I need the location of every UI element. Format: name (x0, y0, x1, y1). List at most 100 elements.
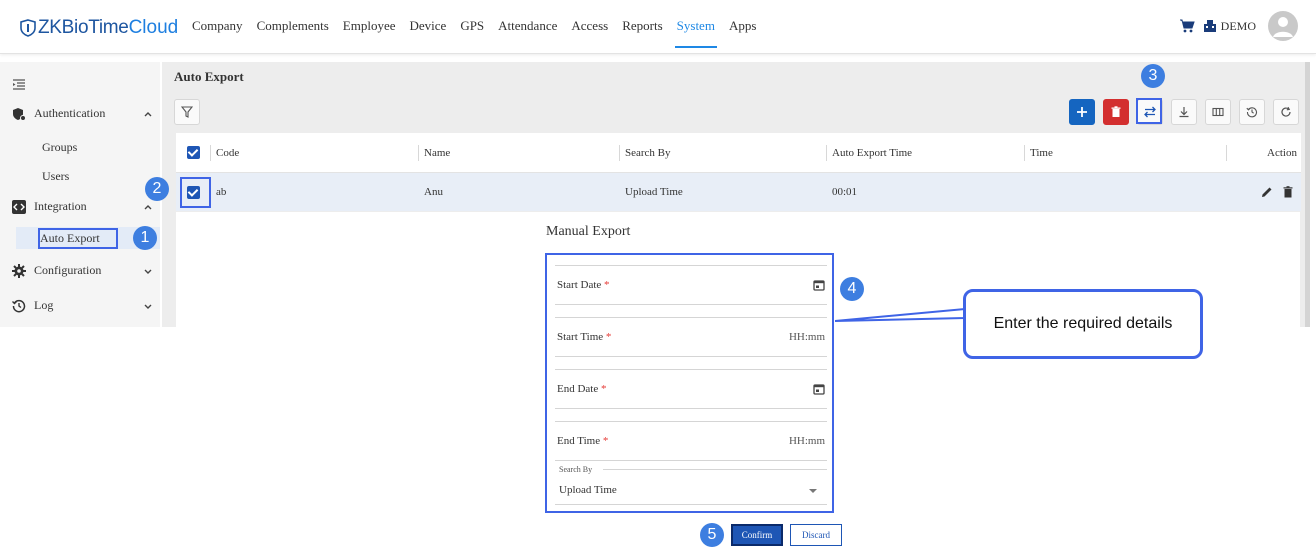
table-header: Code Name Search By Auto Export Time Tim… (176, 133, 1301, 173)
discard-button[interactable]: Discard (790, 524, 842, 546)
sidebar-item-groups[interactable]: Groups (42, 140, 77, 155)
nav-apps[interactable]: Apps (729, 18, 756, 48)
highlight-auto-export (38, 228, 118, 249)
end-time-label: End Time * (557, 435, 609, 447)
cell-search-by: Upload Time (625, 186, 683, 198)
search-by-outline (603, 469, 827, 470)
sidebar: Authentication Groups Users Integration … (0, 62, 160, 327)
nav-company[interactable]: Company (192, 18, 243, 48)
start-date-field[interactable]: Start Date * (555, 265, 827, 305)
sidebar-group-label: Configuration (34, 263, 102, 277)
history-icon (1246, 107, 1257, 118)
refresh-icon (1281, 106, 1291, 117)
start-time-placeholder: HH:mm (788, 331, 825, 343)
end-time-field[interactable]: End Time * HH:mm (555, 421, 827, 461)
nav-gps[interactable]: GPS (460, 18, 484, 48)
chevron-up-icon (144, 204, 152, 209)
column-header-name[interactable]: Name (418, 133, 619, 172)
history-button[interactable] (1239, 99, 1265, 125)
search-by-label: Search By (559, 465, 597, 474)
trash-icon[interactable] (1283, 186, 1293, 198)
sidebar-group-label: Authentication (34, 106, 106, 120)
nav-access[interactable]: Access (571, 18, 608, 48)
chevron-down-icon (144, 304, 152, 309)
step-badge-3: 3 (1141, 64, 1165, 88)
filter-button[interactable] (174, 99, 200, 125)
nav-complements[interactable]: Complements (257, 18, 329, 48)
brand-name: ZKBioTime (38, 17, 129, 38)
end-date-field[interactable]: End Date * (555, 369, 827, 409)
instruction-callout: Enter the required details (963, 289, 1203, 359)
dropdown-arrow-icon (809, 489, 817, 493)
page-title: Auto Export (174, 69, 244, 84)
nav-reports[interactable]: Reports (622, 18, 662, 48)
highlight-manual-export (1136, 98, 1162, 124)
auto-export-table: Code Name Search By Auto Export Time Tim… (176, 133, 1301, 211)
user-icon (1273, 17, 1293, 37)
nav-employee[interactable]: Employee (343, 18, 396, 48)
edit-icon[interactable] (1261, 186, 1273, 198)
history-icon (12, 299, 26, 312)
vertical-scrollbar[interactable] (1305, 62, 1310, 327)
integration-icon (12, 199, 26, 214)
sidebar-group-configuration[interactable]: Configuration (12, 263, 157, 278)
sidebar-item-users[interactable]: Users (42, 169, 69, 184)
column-header-code[interactable]: Code (210, 133, 418, 172)
step-badge-4: 4 (840, 277, 864, 301)
toolbar (1061, 99, 1299, 125)
callout-pointer (835, 307, 965, 322)
top-navigation-bar: ZKBioTime Cloud Company Complements Emplo… (0, 0, 1316, 54)
select-all-checkbox[interactable] (186, 146, 200, 159)
sidebar-group-log[interactable]: Log (12, 298, 157, 313)
column-header-time[interactable]: Time (1024, 133, 1226, 172)
gear-icon (12, 263, 26, 278)
search-by-value: Upload Time (559, 484, 617, 496)
sidebar-group-integration[interactable]: Integration (12, 199, 157, 214)
confirm-button[interactable]: Confirm (731, 524, 783, 546)
column-header-search-by[interactable]: Search By (619, 133, 826, 172)
search-by-select[interactable]: Search By Upload Time (555, 465, 827, 505)
add-button[interactable] (1069, 99, 1095, 125)
start-time-label: Start Time * (557, 331, 612, 343)
plus-icon (1077, 107, 1087, 117)
refresh-button[interactable] (1273, 99, 1299, 125)
select-all-cell (176, 133, 210, 172)
end-date-label: End Date * (557, 383, 607, 395)
cell-name: Anu (424, 186, 443, 198)
columns-icon (1212, 107, 1224, 117)
step-badge-1: 1 (133, 226, 157, 250)
brand-logo[interactable]: ZKBioTime Cloud (20, 16, 178, 40)
cell-auto-export-time: 00:01 (832, 186, 858, 198)
dialog-title: Manual Export (546, 224, 631, 239)
trash-icon (1111, 106, 1121, 117)
highlight-row-checkbox (180, 177, 211, 208)
sidebar-group-label: Integration (34, 199, 87, 213)
manual-export-form: Start Date * Start Time * HH:mm End Date… (545, 253, 834, 513)
chevron-down-icon (144, 269, 152, 274)
nav-system[interactable]: System (674, 18, 718, 48)
chevron-up-icon (144, 111, 152, 116)
sidebar-group-authentication[interactable]: Authentication (12, 106, 157, 121)
collapse-menu-icon[interactable] (12, 78, 26, 92)
brand-name-suffix: Cloud (128, 17, 179, 38)
calendar-icon[interactable] (813, 279, 825, 291)
calendar-icon[interactable] (813, 383, 825, 395)
columns-button[interactable] (1205, 99, 1231, 125)
table-row[interactable]: ab Anu Upload Time 00:01 (176, 173, 1301, 211)
start-time-field[interactable]: Start Time * HH:mm (555, 317, 827, 357)
organization-label[interactable]: DEMO (1221, 19, 1256, 34)
column-header-auto-export-time[interactable]: Auto Export Time (826, 133, 1024, 172)
nav-device[interactable]: Device (410, 18, 447, 48)
shield-logo-icon (20, 19, 36, 37)
download-icon (1179, 107, 1189, 118)
organization-icon (1203, 20, 1216, 32)
cell-action (1226, 173, 1301, 211)
download-button[interactable] (1171, 99, 1197, 125)
step-badge-5: 5 (700, 523, 724, 547)
nav-attendance[interactable]: Attendance (498, 18, 557, 48)
cart-icon[interactable] (1179, 18, 1195, 34)
delete-button[interactable] (1103, 99, 1129, 125)
avatar[interactable] (1268, 11, 1298, 41)
cell-code: ab (216, 186, 227, 198)
end-time-placeholder: HH:mm (788, 435, 825, 447)
